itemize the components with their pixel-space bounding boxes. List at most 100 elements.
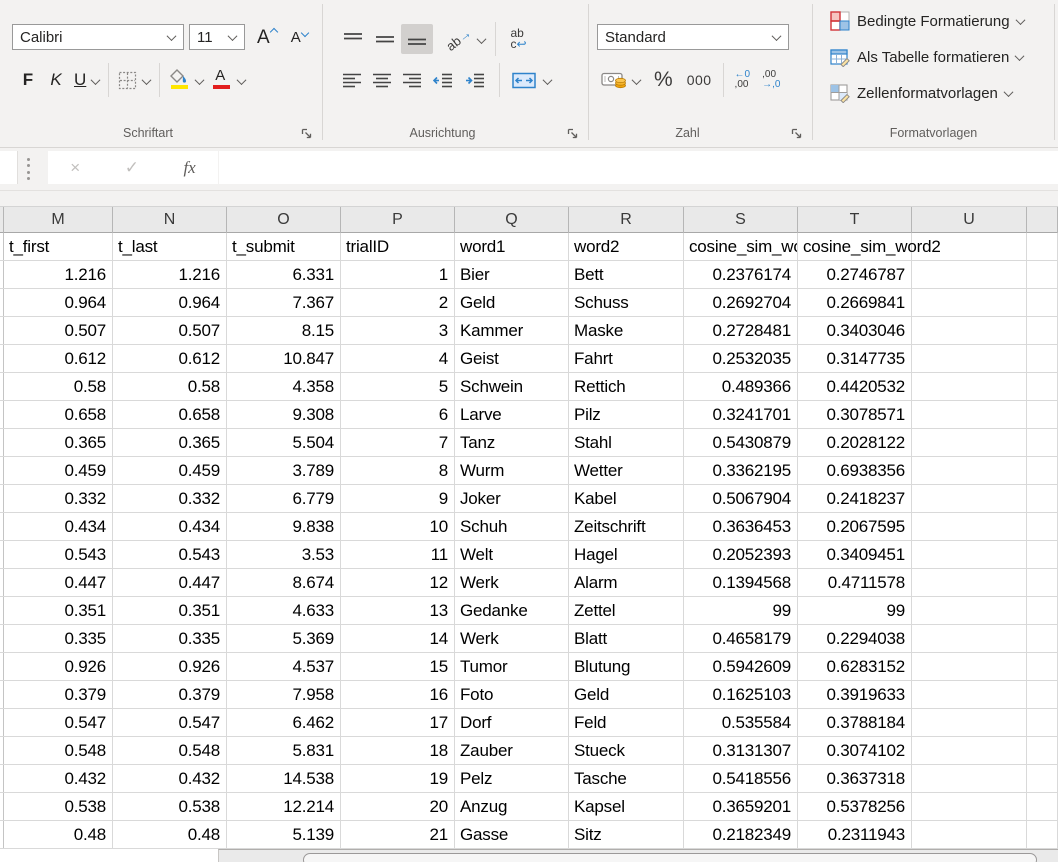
increase-decimal-button[interactable]: ,00 →,0 <box>758 68 784 92</box>
header-cell[interactable]: cosine_sim_word1 <box>684 233 798 260</box>
cell[interactable]: 0.2418237 <box>798 485 912 512</box>
cell[interactable] <box>1027 709 1058 736</box>
column-header-R[interactable]: R <box>569 207 684 233</box>
cell[interactable] <box>912 709 1027 736</box>
format-as-table-button[interactable]: Als Tabelle formatieren <box>826 42 1027 72</box>
cell[interactable] <box>1027 681 1058 708</box>
cell[interactable]: Joker <box>455 485 569 512</box>
cell[interactable]: 0.6938356 <box>798 457 912 484</box>
cell[interactable]: Rettich <box>569 373 684 400</box>
cell[interactable]: 0.335 <box>113 625 227 652</box>
cell[interactable]: Kabel <box>569 485 684 512</box>
cell[interactable]: 0.543 <box>4 541 113 568</box>
cell[interactable]: Geld <box>455 289 569 316</box>
cell[interactable]: Geld <box>569 681 684 708</box>
cell[interactable]: 0.332 <box>4 485 113 512</box>
cell[interactable]: 16 <box>341 681 455 708</box>
cell[interactable]: 0.964 <box>4 289 113 316</box>
cell[interactable]: 7.367 <box>227 289 341 316</box>
cell[interactable]: 0.459 <box>113 457 227 484</box>
cell[interactable]: 5.504 <box>227 429 341 456</box>
cell[interactable] <box>1027 429 1058 456</box>
cell[interactable]: 0.3919633 <box>798 681 912 708</box>
cell[interactable]: 18 <box>341 737 455 764</box>
cell[interactable]: 0.2692704 <box>684 289 798 316</box>
cell[interactable] <box>1027 821 1058 848</box>
cell[interactable]: 99 <box>798 597 912 624</box>
cell[interactable]: 0.365 <box>113 429 227 456</box>
horizontal-scrollbar-thumb[interactable] <box>303 853 1037 862</box>
cell[interactable]: 0.365 <box>4 429 113 456</box>
cell[interactable]: 0.538 <box>113 793 227 820</box>
cell[interactable]: 0.447 <box>113 569 227 596</box>
cell[interactable]: 0.432 <box>113 765 227 792</box>
cell[interactable]: Tanz <box>455 429 569 456</box>
cell[interactable]: 6.331 <box>227 261 341 288</box>
comma-style-button[interactable]: 000 <box>683 70 716 90</box>
cell[interactable] <box>912 289 1027 316</box>
cell[interactable]: 10 <box>341 513 455 540</box>
cell[interactable]: 19 <box>341 765 455 792</box>
font-color-button[interactable]: A <box>207 67 236 93</box>
align-top-button[interactable] <box>337 29 369 49</box>
cell[interactable]: 8.15 <box>227 317 341 344</box>
cell[interactable]: 0.4711578 <box>798 569 912 596</box>
cell[interactable]: Maske <box>569 317 684 344</box>
cell[interactable]: Kapsel <box>569 793 684 820</box>
align-left-button[interactable] <box>337 70 367 90</box>
cell[interactable]: 3.53 <box>227 541 341 568</box>
cell[interactable] <box>1027 541 1058 568</box>
cell[interactable]: 1.216 <box>113 261 227 288</box>
align-middle-button[interactable] <box>369 29 401 49</box>
align-bottom-button[interactable] <box>401 24 433 54</box>
cell[interactable] <box>912 541 1027 568</box>
cell[interactable]: Blutung <box>569 653 684 680</box>
cell[interactable]: Schuh <box>455 513 569 540</box>
cell[interactable] <box>912 317 1027 344</box>
cell[interactable]: 0.2052393 <box>684 541 798 568</box>
cell[interactable]: 0.2746787 <box>798 261 912 288</box>
cell[interactable]: Alarm <box>569 569 684 596</box>
cell[interactable]: Wurm <box>455 457 569 484</box>
italic-button[interactable]: K <box>42 68 70 92</box>
cell[interactable] <box>912 485 1027 512</box>
cell[interactable] <box>1027 513 1058 540</box>
cell[interactable]: Hagel <box>569 541 684 568</box>
cell[interactable]: 0.5942609 <box>684 653 798 680</box>
cell[interactable]: Fahrt <box>569 345 684 372</box>
cell[interactable]: 5 <box>341 373 455 400</box>
cell[interactable]: 0.612 <box>4 345 113 372</box>
cell[interactable]: 0.2376174 <box>684 261 798 288</box>
header-cell[interactable]: word1 <box>455 233 569 260</box>
align-center-button[interactable] <box>367 70 397 90</box>
cell[interactable]: 3 <box>341 317 455 344</box>
cell[interactable]: 17 <box>341 709 455 736</box>
cell[interactable]: 7 <box>341 429 455 456</box>
cell[interactable]: Larve <box>455 401 569 428</box>
cell[interactable]: 0.379 <box>4 681 113 708</box>
cell[interactable]: Feld <box>569 709 684 736</box>
cell[interactable]: Zettel <box>569 597 684 624</box>
header-cell[interactable]: cosine_sim_word2 <box>798 233 912 260</box>
cell[interactable]: 9.308 <box>227 401 341 428</box>
cell[interactable]: Welt <box>455 541 569 568</box>
cell[interactable]: 8.674 <box>227 569 341 596</box>
cell[interactable]: 0.5378256 <box>798 793 912 820</box>
cell[interactable]: Foto <box>455 681 569 708</box>
cell[interactable]: 0.3403046 <box>798 317 912 344</box>
decrease-font-size-button[interactable]: A <box>287 28 312 47</box>
cell[interactable] <box>1027 737 1058 764</box>
cell[interactable]: 0.2669841 <box>798 289 912 316</box>
cell[interactable]: Zauber <box>455 737 569 764</box>
cell[interactable]: 2 <box>341 289 455 316</box>
cell[interactable] <box>1027 289 1058 316</box>
cell[interactable] <box>912 681 1027 708</box>
cell[interactable]: 0.351 <box>4 597 113 624</box>
cell[interactable]: 0.48 <box>113 821 227 848</box>
cell[interactable]: 0.3147735 <box>798 345 912 372</box>
cell[interactable]: 9 <box>341 485 455 512</box>
underline-button[interactable]: U <box>70 68 90 92</box>
cell[interactable]: Tasche <box>569 765 684 792</box>
cell[interactable] <box>1027 401 1058 428</box>
cell[interactable]: 4 <box>341 345 455 372</box>
